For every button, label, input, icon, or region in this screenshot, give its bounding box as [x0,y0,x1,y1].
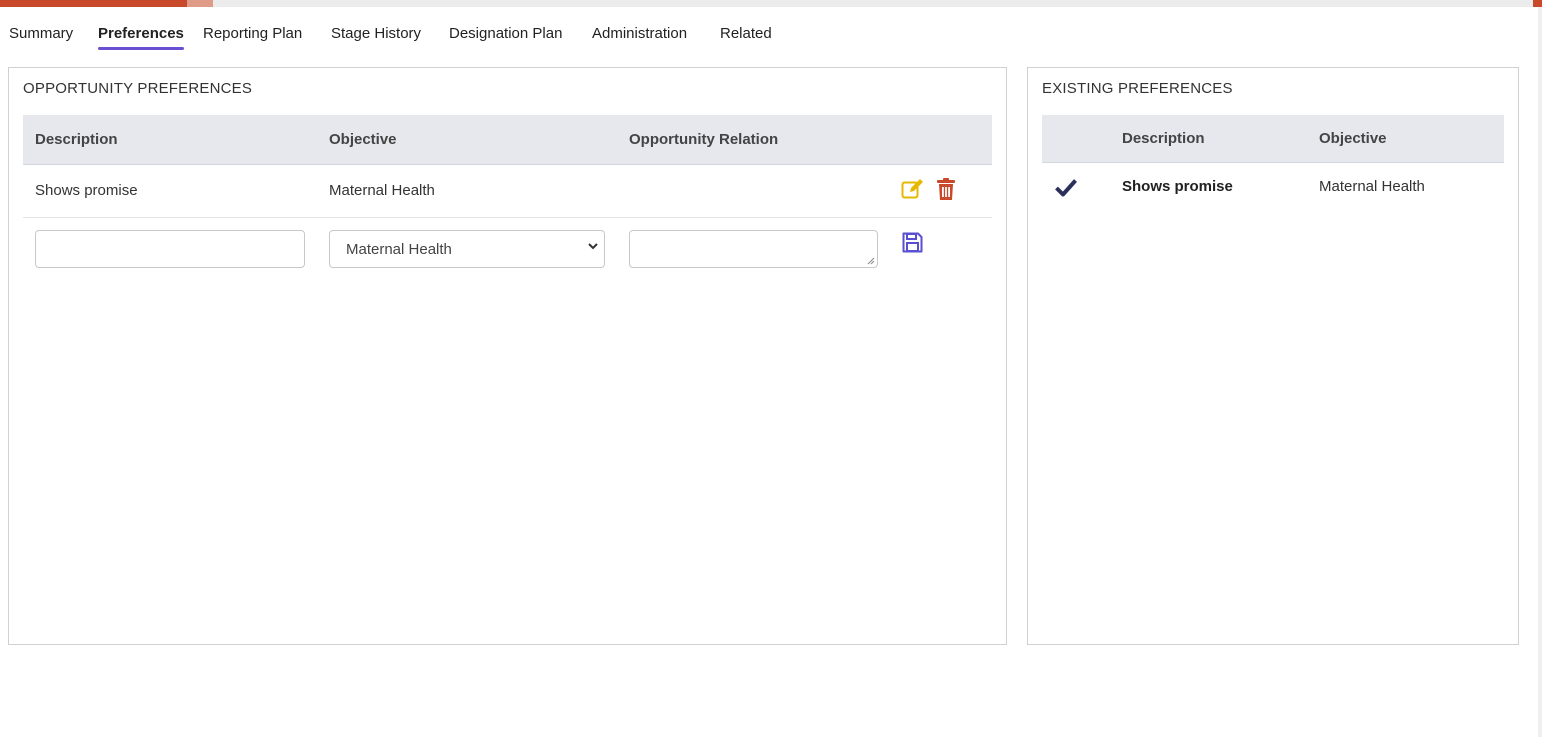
panel-title: OPPORTUNITY PREFERENCES [23,80,253,97]
resize-grip-icon[interactable] [867,257,875,265]
tab-designation-plan[interactable]: Designation Plan [449,22,562,51]
column-header-description: Description [1122,130,1205,147]
column-header-opportunity-relation: Opportunity Relation [629,131,779,148]
column-header-description: Description [35,131,118,148]
chevron-down-icon [588,243,598,250]
edit-icon[interactable] [901,178,925,200]
tab-reporting-plan[interactable]: Reporting Plan [203,22,302,51]
opportunity-relation-textarea[interactable] [629,230,878,268]
column-header-objective: Objective [329,131,397,148]
progress-fill [0,0,187,7]
column-header-objective: Objective [1319,130,1387,147]
tab-administration[interactable]: Administration [592,22,687,51]
panel-title: EXISTING PREFERENCES [1042,80,1233,97]
description-input[interactable] [35,230,305,268]
cell-description: Shows promise [1122,178,1233,195]
objective-select[interactable]: Maternal Health [329,230,605,268]
existing-preferences-panel: EXISTING PREFERENCES Description Objecti… [1027,67,1519,645]
page-scrollbar[interactable] [1538,7,1542,737]
tab-preferences[interactable]: Preferences [98,22,184,51]
objective-select-value: Maternal Health [346,241,452,258]
progress-track [0,0,1542,7]
tab-summary[interactable]: Summary [9,22,73,51]
tab-related[interactable]: Related [720,22,772,51]
trash-icon[interactable] [936,178,956,201]
progress-end-marker [1533,0,1542,7]
cell-objective: Maternal Health [1319,178,1425,195]
table-header: Description Objective Opportunity Relati… [23,115,992,165]
cell-description: Shows promise [35,182,138,199]
cell-objective: Maternal Health [329,182,435,199]
opportunity-preferences-panel: OPPORTUNITY PREFERENCES Description Obje… [8,67,1007,645]
table-header: Description Objective [1042,115,1504,163]
row-divider [23,217,992,218]
save-icon[interactable] [902,232,923,253]
tab-stage-history[interactable]: Stage History [331,22,421,51]
check-icon [1055,179,1077,197]
progress-fill-light [187,0,213,7]
